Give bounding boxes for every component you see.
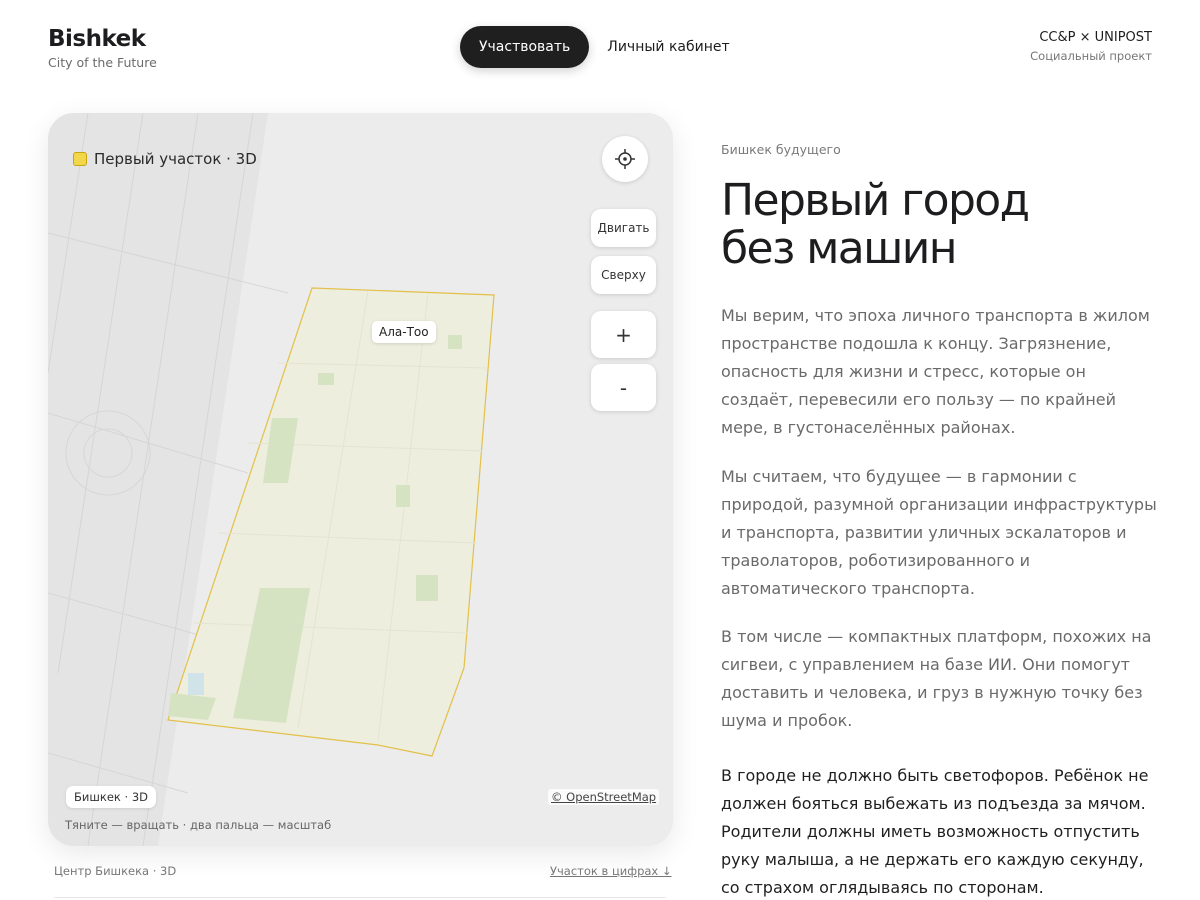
- participate-button[interactable]: Участвовать: [460, 26, 590, 68]
- district-pond: [188, 673, 204, 695]
- partner-title: CC&P × UNIPOST: [1039, 30, 1152, 45]
- map-chip: Бишкек · 3D: [66, 786, 156, 808]
- map-hint: Тяните — вращать · два пальца — масштаб: [65, 818, 332, 832]
- map-canvas[interactable]: [48, 113, 673, 846]
- brand[interactable]: Bishkek City of the Future: [48, 26, 157, 70]
- article-eyebrow: Бишкек будущего: [721, 142, 841, 157]
- layer-label: Первый участок · 3D: [73, 150, 257, 168]
- divider: [54, 897, 666, 898]
- brand-subtitle: City of the Future: [48, 55, 157, 70]
- top-view-button[interactable]: Сверху: [591, 256, 656, 294]
- headline-line-1: Первый город: [721, 175, 1030, 226]
- article-paragraph-3: В том числе — компактных платформ, похож…: [721, 627, 1152, 730]
- stats-link[interactable]: Участок в цифрах ↓: [550, 864, 672, 878]
- partner-block: CC&P × UNIPOST Социальный проект: [1030, 30, 1152, 63]
- layer-label-text: Первый участок · 3D: [94, 150, 257, 168]
- place-label: Ала-Тоо: [372, 321, 436, 343]
- zoom-out-button[interactable]: -: [591, 364, 656, 411]
- move-mode-button[interactable]: Двигать: [591, 209, 656, 247]
- osm-attribution-link[interactable]: © OpenStreetMap: [548, 789, 660, 805]
- partner-subtitle: Социальный проект: [1030, 49, 1152, 63]
- brand-title: Bishkek: [48, 26, 146, 52]
- headline-line-2: без машин: [721, 223, 958, 274]
- article-headline: Первый город без машин: [721, 177, 1161, 273]
- article-paragraph-2: Мы считаем, что будущее — в гармонии с п…: [721, 467, 1157, 598]
- layer-swatch: [73, 152, 87, 166]
- locate-button[interactable]: [602, 136, 648, 182]
- map-card[interactable]: Первый участок · 3D Двигать Сверху + - А…: [48, 113, 673, 846]
- zoom-in-button[interactable]: +: [591, 311, 656, 358]
- account-link[interactable]: Личный кабинет: [607, 39, 729, 55]
- main-nav: Участвовать Личный кабинет: [460, 26, 730, 68]
- crosshair-icon: [615, 149, 635, 169]
- map-caption: Центр Бишкека · 3D: [54, 864, 177, 878]
- article-paragraph-4: В городе не должно быть светофоров. Ребё…: [721, 766, 1149, 897]
- article-paragraph-1: Мы верим, что эпоха личного транспорта в…: [721, 306, 1150, 437]
